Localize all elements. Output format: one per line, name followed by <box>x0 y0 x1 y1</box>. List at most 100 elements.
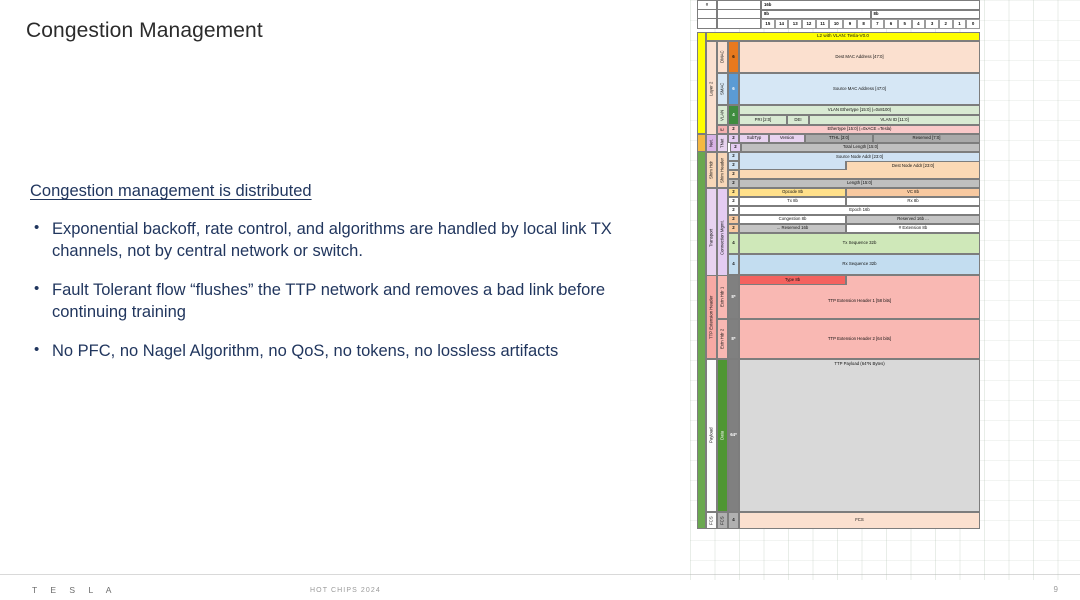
layer2-yellow-spine-5 <box>697 125 706 134</box>
field-source-mac: Source MAC Address [47:0] <box>739 73 980 105</box>
tesla-logo: T E S L A <box>32 585 117 595</box>
layer2-yellow-spine-3 <box>697 105 706 115</box>
subgroup-label-dmac: DMAC <box>717 41 728 73</box>
row-dest-mac: Layer 2 DMAC 6 Dest MAC Address [47:0] <box>697 41 980 137</box>
size-congestion: 2 <box>728 215 739 224</box>
subgroup-label-vlan: VLAN <box>717 105 728 125</box>
size-shim-c: 2 <box>728 170 739 179</box>
row-node-addr-split: 2 Dest Node Addr [23:0] <box>697 161 980 170</box>
field-subtyp: SubTyp <box>739 134 769 143</box>
size-shim-b: 2 <box>728 161 739 170</box>
list-item: No PFC, no Nagel Algorithm, no QoS, no t… <box>30 340 670 363</box>
green-spine-shim-4 <box>697 179 706 188</box>
bit-number-cells: 15 14 13 12 11 10 9 8 7 6 5 4 3 2 1 0 <box>761 19 980 29</box>
width-8b-low-label: 8b <box>870 10 980 19</box>
row-tx-sequence: 4 Tx Sequence 32b <box>697 233 980 254</box>
field-vc: VC 8b <box>846 188 980 197</box>
size-ethertype: 2 <box>728 125 739 134</box>
bullet-list: Exponential backoff, rate control, and a… <box>30 218 670 363</box>
field-length: Length [15:0] <box>739 179 980 188</box>
spacer-d <box>750 0 761 10</box>
row-vlan-id: PRI [2:0] DEI VLAN ID [11:0] <box>697 115 980 125</box>
field-reserved-16b-low: ... Reserved 16b <box>739 224 846 233</box>
row-source-mac: SMAC 6 Source MAC Address [47:0] <box>697 73 980 105</box>
field-rx-sequence: Rx Sequence 32b <box>739 254 980 275</box>
dest-node-addr-continuation <box>739 170 980 179</box>
width-8b-high-label: 8b <box>761 10 871 19</box>
row-tx-rx-8b: 2 Tx 8b Rx 8b <box>697 197 980 206</box>
group-label-layer2: Layer 2 <box>706 41 717 137</box>
subgroup-label-fcs: FCS <box>717 512 728 529</box>
bit-index-6: 6 <box>884 19 898 29</box>
size-txrx: 2 <box>728 197 739 206</box>
bit-index-10: 10 <box>829 19 844 29</box>
field-ttp-payload: TTP Payload (64*N Bytes) <box>739 359 980 512</box>
subgroup-label-extn-hdr-1: Extn Hdr 1 <box>717 275 728 319</box>
field-dest-node-addr: Dest Node Addr [23:0] <box>846 161 980 170</box>
green-spine-shim-3 <box>697 170 706 179</box>
subgroup-label-smac: SMAC <box>717 73 728 105</box>
slide-body: Congestion management is distributed Exp… <box>30 182 670 380</box>
field-reserved-16b-high: Reserved 16b ... <box>846 215 980 224</box>
layer2-yellow-spine <box>697 41 706 73</box>
green-spine-transport-3 <box>697 206 706 215</box>
green-spine-payload <box>697 359 706 512</box>
banner-left-edge <box>697 32 706 41</box>
field-num-extension: # Extension 8b <box>846 224 980 233</box>
corner-spacer <box>697 10 717 19</box>
page-number: 9 <box>1053 585 1058 594</box>
field-congestion: Congestion 8b <box>739 215 846 224</box>
bit-index-4: 4 <box>911 19 926 29</box>
field-rx-8b: Rx 8b <box>846 197 980 206</box>
group-label-ttp-ext-header: TTP Extension Header <box>706 275 717 359</box>
bit-index-11: 11 <box>815 19 830 29</box>
size-tnet-b: 2 <box>730 143 741 152</box>
subgroup-label-tnet: TNet <box>717 134 728 152</box>
bit-index-14: 14 <box>774 19 789 29</box>
spacer-c <box>739 0 750 10</box>
row-dest-node-addr-cont: 2 <box>697 170 980 179</box>
size-smac: 6 <box>728 73 739 105</box>
corner-label: # <box>697 0 717 10</box>
green-spine-ext <box>697 275 706 285</box>
row-ethertype: E 2 Ethertype [15:0] (=0xACE =Tesla) <box>697 125 980 134</box>
field-dei: DEI <box>787 115 809 125</box>
group-label-fcs: FCS <box>706 512 717 529</box>
list-item: Fault Tolerant flow “flushes” the TTP ne… <box>30 279 670 324</box>
bit-row-spacer <box>717 19 761 29</box>
field-opcode: Opcode 8b <box>739 188 846 197</box>
bit-row-corner <box>697 19 717 29</box>
packet-header-row-16b: # 16b <box>697 0 980 10</box>
subgroup-label-ethertype: E <box>717 125 728 134</box>
size-ext2: 8* <box>728 319 739 359</box>
bit-index-3: 3 <box>925 19 939 29</box>
size-shim-len: 2 <box>728 179 739 188</box>
size-fcs: 4 <box>728 512 739 529</box>
green-spine-transport <box>697 188 706 197</box>
row-ttp-payload: Payload Data 64* TTP Payload (64*N Bytes… <box>697 359 980 512</box>
spacer-e <box>717 10 761 19</box>
row-epoch: 2 Epoch 16b <box>697 206 980 215</box>
size-payload: 64* <box>728 359 739 512</box>
field-ethertype: Ethertype [15:0] (=0xACE =Tesla) <box>739 125 980 134</box>
spacer-a <box>717 0 728 10</box>
green-spine-ext-3 <box>697 319 706 359</box>
group-label-net: Net. <box>706 134 717 152</box>
bit-index-12: 12 <box>802 19 816 29</box>
size-rx-sequence: 4 <box>728 254 739 275</box>
spacer-b <box>728 0 739 10</box>
bit-index-13: 13 <box>788 19 803 29</box>
field-reserved-7-0: Reserved [7:0] <box>873 134 980 143</box>
field-version: Version <box>769 134 805 143</box>
field-ext-header-1: TTP Extension Header 1 [58 bits] <box>739 285 980 319</box>
bit-index-8: 8 <box>856 19 871 29</box>
field-fcs: FCS <box>739 512 980 529</box>
row-length: 2 Length [15:0] <box>697 179 980 188</box>
row-fcs: FCS FCS 4 FCS <box>697 512 980 529</box>
size-opcode: 2 <box>728 188 739 197</box>
field-total-length: Total Length [15:0] <box>741 143 980 152</box>
green-spine-transport-4 <box>697 215 706 224</box>
packet-header-row-8b: 8b 8b <box>697 10 980 19</box>
row-source-node-addr: Shim Hdr Shim Header 2 Source Node Addr … <box>697 152 980 188</box>
bit-index-2: 2 <box>938 19 953 29</box>
